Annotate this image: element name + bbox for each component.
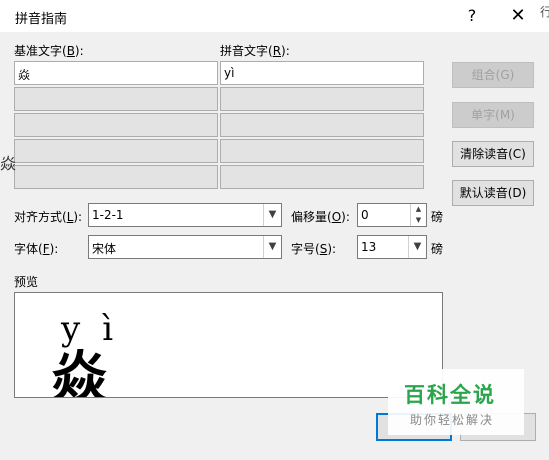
font-value: 宋体 [92,242,117,256]
pinyin-text-field-3[interactable] [220,113,424,137]
spin-down-icon[interactable]: ▼ [410,215,426,226]
alignment-select[interactable]: 1-2-1 ▼ [88,203,282,227]
chevron-down-icon[interactable]: ▼ [263,204,281,226]
pinyin-text-field-1[interactable]: yì [220,61,424,85]
preview-pinyin: yì [61,309,136,349]
preview-box: yì 焱 [14,292,443,398]
base-text-field-5[interactable] [14,165,218,189]
background-document-text: 焱 [0,154,17,173]
background-document-text-right: 行 [540,5,549,19]
offset-value: 0 [361,208,369,222]
pinyin-text-field-2[interactable] [220,87,424,111]
size-unit: 磅 [431,242,444,256]
chevron-down-icon[interactable]: ▼ [263,236,281,258]
base-text-label: 基准文字(B): [14,44,84,58]
clear-reading-button[interactable]: 清除读音(C) [452,141,534,167]
close-button[interactable]: ✕ [498,4,538,28]
base-text-field-3[interactable] [14,113,218,137]
offset-stepper[interactable]: 0 ▲ ▼ [357,203,427,227]
pinyin-text-label: 拼音文字(R): [220,44,290,58]
title-bar: 拼音指南 ? ✕ [0,0,549,32]
pinyin-text-field-4[interactable] [220,139,424,163]
font-label: 字体(F): [14,242,59,256]
font-select[interactable]: 宋体 ▼ [88,235,282,259]
base-text-field-4[interactable] [14,139,218,163]
offset-label: 偏移量(O): [291,210,350,224]
size-label: 字号(S): [291,242,337,256]
default-reading-button[interactable]: 默认读音(D) [452,180,534,206]
watermark-logo: 百科全说 [404,383,496,407]
alignment-value: 1-2-1 [92,208,124,222]
spin-up-icon[interactable]: ▲ [410,204,426,215]
size-select[interactable]: 13 ▼ [357,235,427,259]
offset-unit: 磅 [431,210,444,224]
phonetic-guide-dialog: 拼音指南 ? ✕ 基准文字(B): 拼音文字(R): 焱 yì 组合(G) 单字… [0,0,549,460]
combine-button[interactable]: 组合(G) [452,62,534,88]
dialog-title: 拼音指南 [15,12,68,27]
preview-label: 预览 [14,275,39,289]
single-char-button[interactable]: 单字(M) [452,102,534,128]
help-button[interactable]: ? [452,4,492,28]
chevron-down-icon[interactable]: ▼ [408,236,426,258]
base-text-field-1[interactable]: 焱 [14,61,218,85]
preview-base-char: 焱 [51,346,107,398]
watermark: 百科全说 助你轻松解决 [388,369,524,435]
base-text-field-2[interactable] [14,87,218,111]
size-value: 13 [361,240,377,254]
watermark-slogan: 助你轻松解决 [410,413,495,427]
pinyin-text-field-5[interactable] [220,165,424,189]
alignment-label: 对齐方式(L): [14,210,83,224]
